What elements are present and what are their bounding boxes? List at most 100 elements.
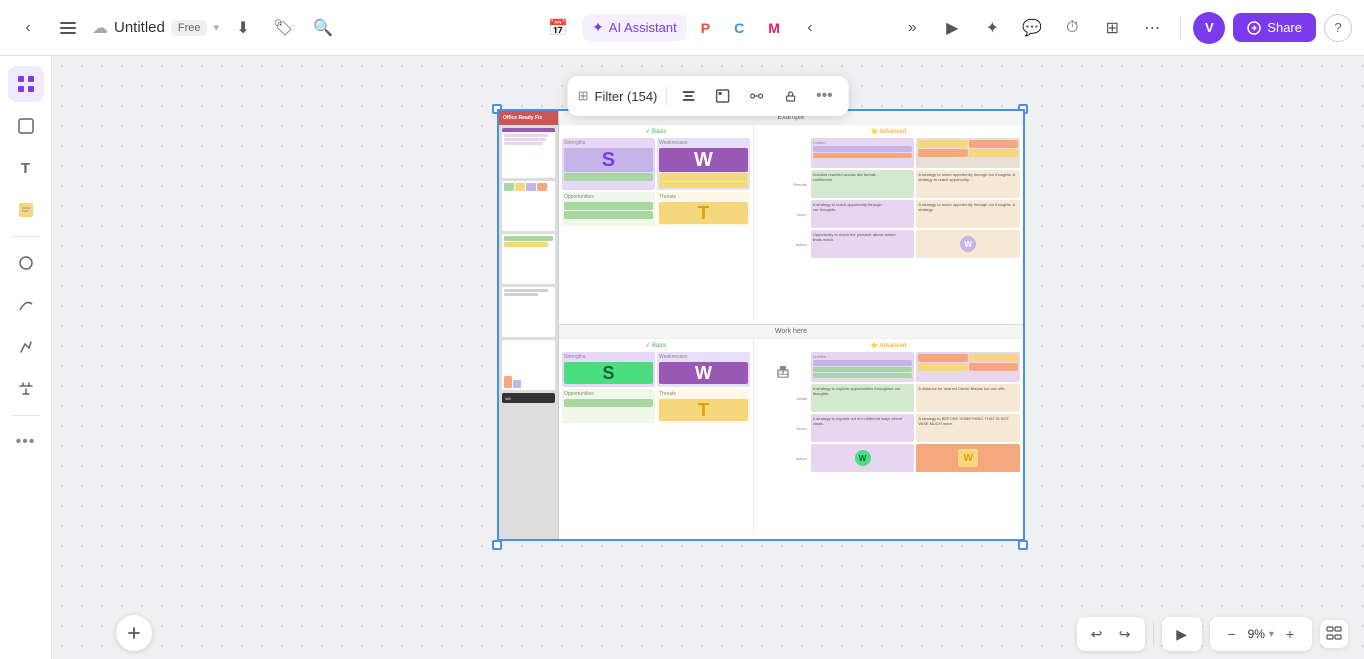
ai-assistant-btn[interactable]: ✦ AI Assistant: [582, 14, 687, 41]
ws-weaknesses: Weaknesses W: [657, 352, 750, 387]
ws-strengths: Strengths S: [562, 352, 655, 387]
handle-bl[interactable]: [492, 540, 502, 550]
top-bar-left: ‹ ☁ Untitled Free ▾ ⬇ 🏷 🔍: [12, 12, 339, 44]
work-basic-label: ✓ Basic: [562, 342, 750, 349]
app-btn-4[interactable]: M: [758, 15, 790, 41]
comment-btn[interactable]: 💬: [1016, 12, 1048, 44]
top-bar-center: 📅 ✦ AI Assistant P C M ‹: [538, 12, 826, 44]
undo-btn[interactable]: ↩: [1085, 622, 1109, 646]
thumbnail-panel: Office Ready Fix: [499, 111, 559, 539]
example-content: ✓ Basic Strengths S: [559, 125, 1023, 320]
workhere-content: ✓ Basic Strengths S Weaknesses W: [559, 339, 1023, 535]
lock-btn[interactable]: [776, 82, 804, 110]
handle-br[interactable]: [1018, 540, 1028, 550]
app-btn-2[interactable]: P: [691, 15, 720, 41]
advanced-swot: Results Score Action Limited: [757, 138, 1020, 313]
frame-btn[interactable]: [708, 82, 736, 110]
work-basic-swot: Strengths S Weaknesses W Opportunities: [562, 352, 750, 423]
advanced-col: ⭐ Advanced Results Score Action: [754, 125, 1023, 320]
example-section: Example ✓ Basic Strengths: [559, 111, 1023, 325]
filter-label: Filter (154): [595, 89, 658, 104]
basic-col: ✓ Basic Strengths S: [559, 125, 754, 320]
zoom-in-btn[interactable]: +: [1278, 622, 1302, 646]
zoom-control: − 9% ▾ +: [1210, 617, 1312, 651]
topbar-more-btn[interactable]: ⋯: [1136, 12, 1168, 44]
timer-btn[interactable]: ⏱: [1056, 12, 1088, 44]
wadv-col1: Subtitle A strategy to explore opportuni…: [811, 352, 915, 528]
sidebar-text[interactable]: T: [8, 150, 44, 186]
zoom-dropdown[interactable]: ▾: [1269, 629, 1274, 640]
share-label: Share: [1267, 20, 1302, 35]
reaction-btn[interactable]: ✦: [976, 12, 1008, 44]
zoom-value[interactable]: 9%: [1248, 627, 1265, 641]
work-advanced-col: ⭐ Advanced: [754, 339, 1023, 535]
sidebar-sticky[interactable]: [8, 192, 44, 228]
thumb-4[interactable]: [502, 287, 555, 337]
thumb-header: Office Ready Fix: [499, 111, 558, 125]
basic-label: ✓ Basic: [562, 128, 750, 135]
top-bar-right: » ▶ ✦ 💬 ⏱ ⊞ ⋯ V Share ?: [896, 12, 1352, 44]
pointer-btn[interactable]: ▶: [1170, 622, 1194, 646]
sidebar-objects[interactable]: [8, 245, 44, 281]
pointer-group: ▶: [1162, 617, 1202, 651]
zoom-out-btn[interactable]: −: [1220, 622, 1244, 646]
sidebar-draw[interactable]: [8, 329, 44, 365]
dashboard-btn[interactable]: ⊞: [1096, 12, 1128, 44]
work-advanced-grid: Detail Score Action Subtitle: [757, 352, 1020, 528]
title-area[interactable]: ☁ Untitled Free ▾: [92, 18, 219, 38]
weaknesses-cell: Weaknesses W: [657, 138, 750, 190]
ai-icon: ✦: [592, 19, 604, 36]
ws-opportunities: Opportunities: [562, 389, 655, 423]
adv-col1: Limited Solution reached across like for…: [811, 138, 915, 313]
sidebar-tools[interactable]: [8, 371, 44, 407]
expand-btn[interactable]: »: [896, 12, 928, 44]
ai-label: AI Assistant: [609, 20, 677, 35]
sidebar-lines[interactable]: [8, 287, 44, 323]
help-button[interactable]: ?: [1324, 14, 1352, 42]
sidebar-shapes[interactable]: [8, 108, 44, 144]
avatar-btn[interactable]: V: [1193, 12, 1225, 44]
bottom-left-area: [104, 607, 164, 659]
thumb-title: Office Ready Fix: [503, 115, 542, 121]
sidebar-more[interactable]: •••: [8, 424, 44, 460]
apps-more-btn[interactable]: ‹: [794, 12, 826, 44]
main-canvas[interactable]: ⊞ Filter (154) •••: [52, 56, 1364, 659]
thumb-2[interactable]: [502, 181, 555, 231]
calendar-app-btn[interactable]: 📅: [538, 13, 578, 43]
connect-btn[interactable]: [742, 82, 770, 110]
floating-toolbar: ⊞ Filter (154) •••: [568, 76, 849, 116]
robot-icon: [775, 364, 791, 380]
tag-button[interactable]: 🏷: [267, 12, 299, 44]
fit-view-btn[interactable]: [1320, 620, 1348, 648]
back-button[interactable]: ‹: [12, 12, 44, 44]
content-frame: Office Ready Fix: [497, 109, 1025, 541]
thumb-3[interactable]: [502, 234, 555, 284]
wadv-col2: A distance for nearest Daniel Blavas but…: [916, 352, 1020, 528]
work-basic-col: ✓ Basic Strengths S Weaknesses W: [559, 339, 754, 535]
app3-icon: C: [734, 20, 744, 36]
sidebar-frames[interactable]: [8, 66, 44, 102]
app2-icon: P: [701, 20, 710, 36]
menu-button[interactable]: [52, 12, 84, 44]
top-bar: ‹ ☁ Untitled Free ▾ ⬇ 🏷 🔍 📅 ✦ AI Assista…: [0, 0, 1364, 56]
present-btn[interactable]: ▶: [936, 12, 968, 44]
thumb-bottom: 1/6: [502, 393, 555, 403]
app-btn-3[interactable]: C: [724, 15, 754, 41]
toolbar-more-btn[interactable]: •••: [810, 82, 838, 110]
right-content: Example ✓ Basic Strengths: [559, 111, 1023, 539]
share-button[interactable]: Share: [1233, 13, 1316, 42]
work-advanced-label: ⭐ Advanced: [757, 342, 1020, 349]
thumb-1[interactable]: [502, 128, 555, 178]
workhere-section: Work here ✓ Basic Strengths S: [559, 325, 1023, 539]
align-btn[interactable]: [674, 82, 702, 110]
title-chevron[interactable]: ▾: [213, 21, 219, 34]
adv-col2: A strategy to reach opportunity through …: [916, 138, 1020, 313]
redo-btn[interactable]: ↪: [1113, 622, 1137, 646]
canvas-area: T ••• ⊞ Filter (: [0, 56, 1364, 659]
search-button[interactable]: 🔍: [307, 12, 339, 44]
download-button[interactable]: ⬇: [227, 12, 259, 44]
cloud-icon: ☁: [92, 18, 108, 38]
grid-icon: ⊞: [578, 88, 589, 104]
thumb-5[interactable]: [502, 340, 555, 390]
add-frame-btn[interactable]: [116, 615, 152, 651]
